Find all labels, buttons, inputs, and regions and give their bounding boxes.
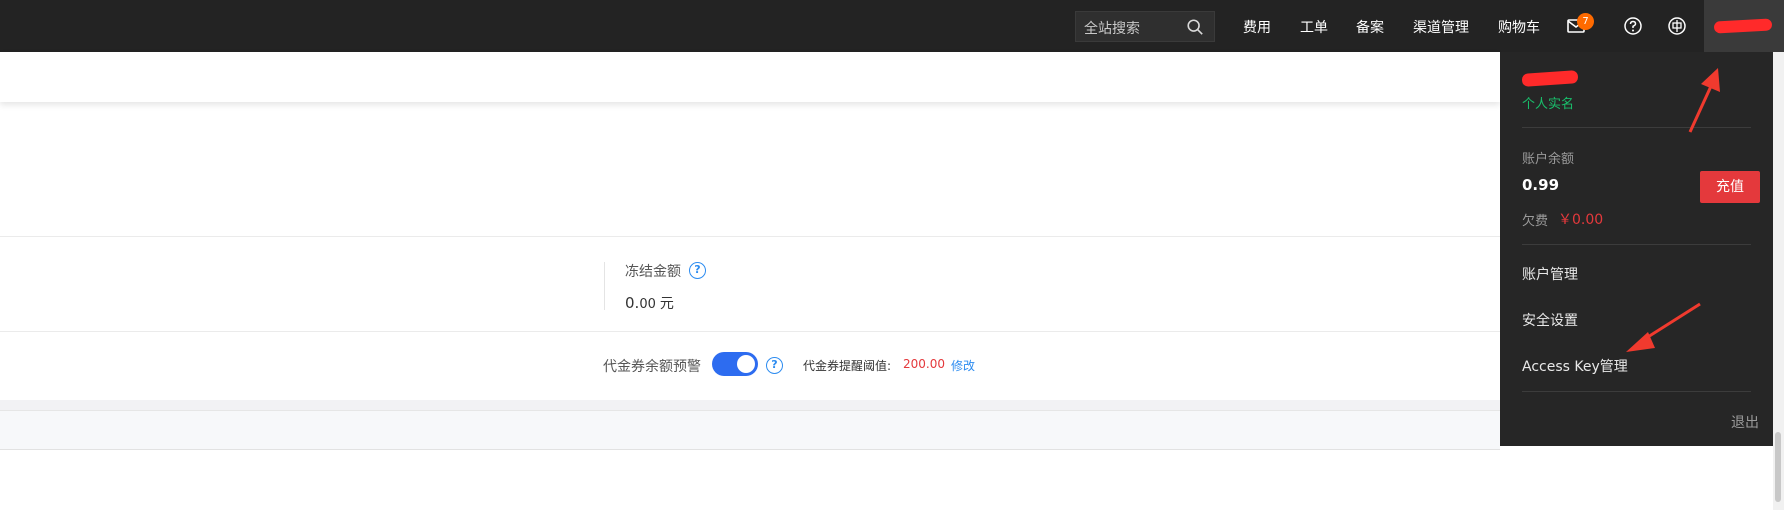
user-menu-trigger[interactable] — [1704, 0, 1784, 52]
nav-cart[interactable]: 购物车 — [1498, 17, 1540, 37]
balance-label: 账户余额 — [1522, 152, 1575, 167]
language-icon[interactable] — [1667, 16, 1687, 36]
help-icon[interactable] — [1623, 16, 1643, 36]
search-placeholder: 全站搜索 — [1084, 21, 1140, 37]
logout-link[interactable]: 退出 — [1731, 412, 1759, 432]
coupon-threshold-value: 200.00 — [903, 357, 945, 371]
username-redaction — [1713, 18, 1773, 34]
nav-billing[interactable]: 费用 — [1243, 17, 1271, 37]
message-count-badge: 7 — [1577, 13, 1594, 30]
dropdown-divider — [1522, 244, 1751, 245]
table-header — [0, 410, 1500, 450]
recharge-button[interactable]: 充值 — [1700, 171, 1760, 203]
coupon-alert-toggle[interactable] — [712, 352, 758, 376]
dropdown-divider — [1522, 127, 1751, 128]
coupon-help-icon[interactable]: ? — [766, 357, 783, 374]
frozen-amount-unit: 元 — [659, 296, 674, 312]
account-dropdown: 个人实名 账户余额 0.99 充值 欠费 ￥0.00 账户管理 安全设置 Acc… — [1500, 52, 1773, 446]
account-name-redaction — [1521, 70, 1579, 87]
frozen-amount-label: 冻结金额 — [625, 264, 681, 280]
verification-status[interactable]: 个人实名 — [1522, 93, 1574, 112]
modify-threshold-link[interactable]: 修改 — [951, 357, 975, 374]
scroll-thumb[interactable] — [1775, 432, 1781, 502]
menu-security-settings[interactable]: 安全设置 — [1522, 310, 1578, 330]
coupon-alert-label: 代金券余额预警 — [603, 359, 701, 375]
page-subheader — [0, 52, 1500, 102]
owed-label: 欠费 — [1522, 214, 1549, 229]
frozen-help-icon[interactable]: ? — [689, 262, 706, 279]
menu-access-key-management[interactable]: Access Key管理 — [1522, 356, 1628, 376]
section-divider — [0, 331, 1500, 332]
owed-value: ￥0.00 — [1558, 212, 1604, 228]
frozen-amount-value: 0.00 元 — [625, 293, 674, 313]
page-scrollbar[interactable] — [1773, 52, 1784, 510]
dropdown-divider — [1522, 391, 1751, 392]
section-divider — [0, 236, 1500, 237]
nav-filing[interactable]: 备案 — [1356, 17, 1384, 37]
menu-account-management[interactable]: 账户管理 — [1522, 264, 1578, 284]
nav-tickets[interactable]: 工单 — [1300, 17, 1328, 37]
nav-channel-management[interactable]: 渠道管理 — [1413, 17, 1469, 37]
frozen-amount-decimal: 00 — [639, 297, 656, 312]
global-search-input[interactable]: 全站搜索 — [1075, 11, 1215, 42]
balance-value: 0.99 — [1522, 176, 1560, 194]
toggle-knob — [737, 355, 755, 373]
coupon-threshold-label: 代金券提醒阈值: — [803, 359, 892, 373]
frozen-amount-integer: 0. — [625, 294, 640, 312]
section-gap — [0, 400, 1500, 410]
top-navbar: 全站搜索 费用 工单 备案 渠道管理 购物车 7 — [0, 0, 1784, 52]
search-icon[interactable] — [1186, 18, 1204, 36]
column-divider — [604, 262, 605, 310]
